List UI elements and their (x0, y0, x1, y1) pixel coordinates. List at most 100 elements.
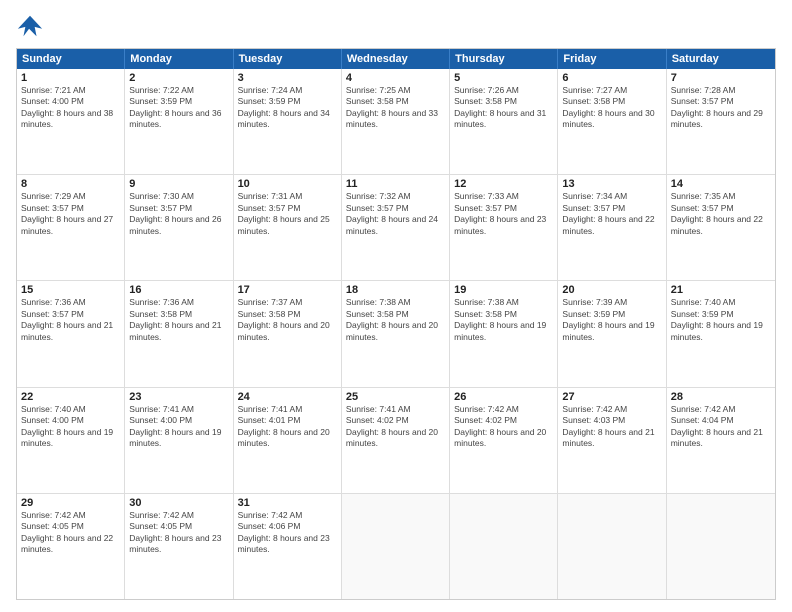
day-info: Sunrise: 7:33 AMSunset: 3:57 PMDaylight:… (454, 191, 553, 237)
day-info: Sunrise: 7:36 AMSunset: 3:57 PMDaylight:… (21, 297, 120, 343)
calendar-cell: 20Sunrise: 7:39 AMSunset: 3:59 PMDayligh… (558, 281, 666, 386)
day-info: Sunrise: 7:40 AMSunset: 4:00 PMDaylight:… (21, 404, 120, 450)
calendar-cell: 29Sunrise: 7:42 AMSunset: 4:05 PMDayligh… (17, 494, 125, 599)
day-number: 14 (671, 178, 771, 190)
day-number: 26 (454, 391, 553, 403)
day-info: Sunrise: 7:21 AMSunset: 4:00 PMDaylight:… (21, 85, 120, 131)
day-number: 24 (238, 391, 337, 403)
calendar-cell: 21Sunrise: 7:40 AMSunset: 3:59 PMDayligh… (667, 281, 775, 386)
calendar-cell (558, 494, 666, 599)
calendar-header: SundayMondayTuesdayWednesdayThursdayFrid… (17, 49, 775, 69)
calendar-body: 1Sunrise: 7:21 AMSunset: 4:00 PMDaylight… (17, 69, 775, 599)
weekday-header: Tuesday (234, 49, 342, 69)
day-info: Sunrise: 7:28 AMSunset: 3:57 PMDaylight:… (671, 85, 771, 131)
day-number: 21 (671, 284, 771, 296)
weekday-header: Sunday (17, 49, 125, 69)
day-info: Sunrise: 7:31 AMSunset: 3:57 PMDaylight:… (238, 191, 337, 237)
calendar-cell: 13Sunrise: 7:34 AMSunset: 3:57 PMDayligh… (558, 175, 666, 280)
calendar-cell: 15Sunrise: 7:36 AMSunset: 3:57 PMDayligh… (17, 281, 125, 386)
day-info: Sunrise: 7:42 AMSunset: 4:02 PMDaylight:… (454, 404, 553, 450)
day-info: Sunrise: 7:42 AMSunset: 4:04 PMDaylight:… (671, 404, 771, 450)
day-number: 5 (454, 72, 553, 84)
weekday-header: Monday (125, 49, 233, 69)
day-number: 29 (21, 497, 120, 509)
calendar-cell: 2Sunrise: 7:22 AMSunset: 3:59 PMDaylight… (125, 69, 233, 174)
calendar-cell: 10Sunrise: 7:31 AMSunset: 3:57 PMDayligh… (234, 175, 342, 280)
day-number: 15 (21, 284, 120, 296)
day-info: Sunrise: 7:24 AMSunset: 3:59 PMDaylight:… (238, 85, 337, 131)
day-info: Sunrise: 7:36 AMSunset: 3:58 PMDaylight:… (129, 297, 228, 343)
calendar-row: 1Sunrise: 7:21 AMSunset: 4:00 PMDaylight… (17, 69, 775, 175)
day-info: Sunrise: 7:42 AMSunset: 4:05 PMDaylight:… (21, 510, 120, 556)
weekday-header: Friday (558, 49, 666, 69)
day-number: 31 (238, 497, 337, 509)
calendar-cell: 24Sunrise: 7:41 AMSunset: 4:01 PMDayligh… (234, 388, 342, 493)
day-number: 30 (129, 497, 228, 509)
day-info: Sunrise: 7:41 AMSunset: 4:01 PMDaylight:… (238, 404, 337, 450)
calendar-row: 29Sunrise: 7:42 AMSunset: 4:05 PMDayligh… (17, 494, 775, 599)
day-number: 25 (346, 391, 445, 403)
day-number: 3 (238, 72, 337, 84)
day-number: 8 (21, 178, 120, 190)
day-info: Sunrise: 7:30 AMSunset: 3:57 PMDaylight:… (129, 191, 228, 237)
calendar-cell (342, 494, 450, 599)
calendar-cell: 7Sunrise: 7:28 AMSunset: 3:57 PMDaylight… (667, 69, 775, 174)
calendar-row: 8Sunrise: 7:29 AMSunset: 3:57 PMDaylight… (17, 175, 775, 281)
calendar-cell: 25Sunrise: 7:41 AMSunset: 4:02 PMDayligh… (342, 388, 450, 493)
day-info: Sunrise: 7:22 AMSunset: 3:59 PMDaylight:… (129, 85, 228, 131)
day-number: 12 (454, 178, 553, 190)
day-number: 2 (129, 72, 228, 84)
calendar-cell: 3Sunrise: 7:24 AMSunset: 3:59 PMDaylight… (234, 69, 342, 174)
logo (16, 12, 48, 40)
day-info: Sunrise: 7:38 AMSunset: 3:58 PMDaylight:… (346, 297, 445, 343)
calendar-cell: 31Sunrise: 7:42 AMSunset: 4:06 PMDayligh… (234, 494, 342, 599)
calendar-cell: 9Sunrise: 7:30 AMSunset: 3:57 PMDaylight… (125, 175, 233, 280)
calendar-cell: 17Sunrise: 7:37 AMSunset: 3:58 PMDayligh… (234, 281, 342, 386)
calendar-cell: 16Sunrise: 7:36 AMSunset: 3:58 PMDayligh… (125, 281, 233, 386)
day-number: 19 (454, 284, 553, 296)
weekday-header: Wednesday (342, 49, 450, 69)
calendar-cell: 1Sunrise: 7:21 AMSunset: 4:00 PMDaylight… (17, 69, 125, 174)
day-number: 1 (21, 72, 120, 84)
weekday-header: Thursday (450, 49, 558, 69)
day-info: Sunrise: 7:27 AMSunset: 3:58 PMDaylight:… (562, 85, 661, 131)
calendar-cell: 28Sunrise: 7:42 AMSunset: 4:04 PMDayligh… (667, 388, 775, 493)
day-number: 17 (238, 284, 337, 296)
day-info: Sunrise: 7:42 AMSunset: 4:05 PMDaylight:… (129, 510, 228, 556)
day-info: Sunrise: 7:40 AMSunset: 3:59 PMDaylight:… (671, 297, 771, 343)
day-number: 10 (238, 178, 337, 190)
day-number: 7 (671, 72, 771, 84)
day-info: Sunrise: 7:32 AMSunset: 3:57 PMDaylight:… (346, 191, 445, 237)
day-info: Sunrise: 7:37 AMSunset: 3:58 PMDaylight:… (238, 297, 337, 343)
calendar-cell: 30Sunrise: 7:42 AMSunset: 4:05 PMDayligh… (125, 494, 233, 599)
calendar-cell: 23Sunrise: 7:41 AMSunset: 4:00 PMDayligh… (125, 388, 233, 493)
calendar-cell: 26Sunrise: 7:42 AMSunset: 4:02 PMDayligh… (450, 388, 558, 493)
calendar: SundayMondayTuesdayWednesdayThursdayFrid… (16, 48, 776, 600)
day-info: Sunrise: 7:35 AMSunset: 3:57 PMDaylight:… (671, 191, 771, 237)
day-info: Sunrise: 7:41 AMSunset: 4:00 PMDaylight:… (129, 404, 228, 450)
day-number: 20 (562, 284, 661, 296)
calendar-cell: 5Sunrise: 7:26 AMSunset: 3:58 PMDaylight… (450, 69, 558, 174)
calendar-cell: 4Sunrise: 7:25 AMSunset: 3:58 PMDaylight… (342, 69, 450, 174)
calendar-cell: 11Sunrise: 7:32 AMSunset: 3:57 PMDayligh… (342, 175, 450, 280)
day-info: Sunrise: 7:39 AMSunset: 3:59 PMDaylight:… (562, 297, 661, 343)
day-number: 4 (346, 72, 445, 84)
calendar-row: 15Sunrise: 7:36 AMSunset: 3:57 PMDayligh… (17, 281, 775, 387)
day-number: 18 (346, 284, 445, 296)
day-number: 22 (21, 391, 120, 403)
day-info: Sunrise: 7:25 AMSunset: 3:58 PMDaylight:… (346, 85, 445, 131)
calendar-cell: 12Sunrise: 7:33 AMSunset: 3:57 PMDayligh… (450, 175, 558, 280)
day-info: Sunrise: 7:34 AMSunset: 3:57 PMDaylight:… (562, 191, 661, 237)
day-info: Sunrise: 7:29 AMSunset: 3:57 PMDaylight:… (21, 191, 120, 237)
header (16, 12, 776, 40)
day-info: Sunrise: 7:42 AMSunset: 4:03 PMDaylight:… (562, 404, 661, 450)
day-number: 23 (129, 391, 228, 403)
day-info: Sunrise: 7:26 AMSunset: 3:58 PMDaylight:… (454, 85, 553, 131)
calendar-cell (450, 494, 558, 599)
calendar-cell: 22Sunrise: 7:40 AMSunset: 4:00 PMDayligh… (17, 388, 125, 493)
weekday-header: Saturday (667, 49, 775, 69)
day-number: 27 (562, 391, 661, 403)
day-number: 28 (671, 391, 771, 403)
day-info: Sunrise: 7:41 AMSunset: 4:02 PMDaylight:… (346, 404, 445, 450)
calendar-cell: 14Sunrise: 7:35 AMSunset: 3:57 PMDayligh… (667, 175, 775, 280)
